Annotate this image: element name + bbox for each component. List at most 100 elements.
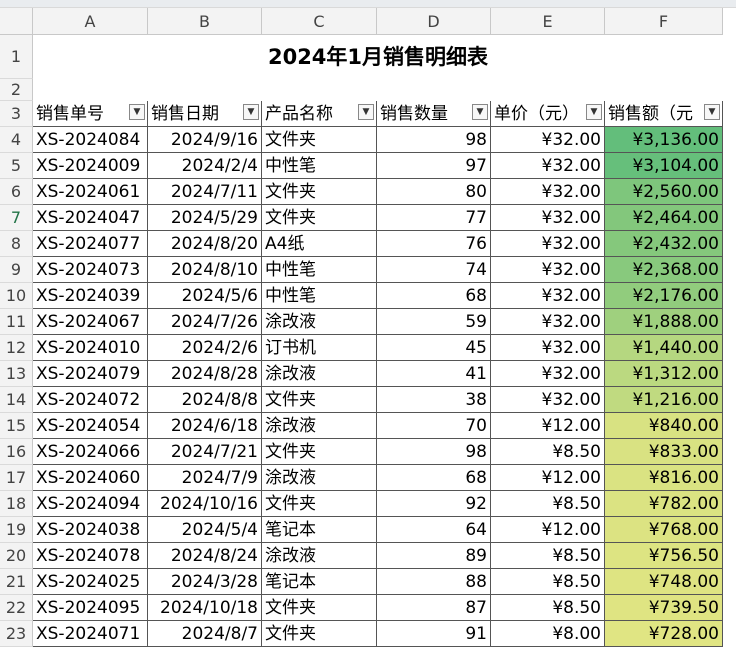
cell-sale-date[interactable]: 2024/8/24	[148, 543, 262, 569]
cell-product-name[interactable]: 笔记本	[262, 517, 377, 543]
cell-quantity[interactable]: 68	[377, 465, 491, 491]
cell-quantity[interactable]: 38	[377, 387, 491, 413]
row-header-15[interactable]: 15	[0, 413, 33, 439]
cell-unit-price[interactable]: ¥12.00	[491, 517, 605, 543]
cell-quantity[interactable]: 76	[377, 231, 491, 257]
cell-order-id[interactable]: XS-2024084	[33, 127, 148, 153]
cell-sale-date[interactable]: 2024/3/28	[148, 569, 262, 595]
row-header-22[interactable]: 22	[0, 595, 33, 621]
cell-sales-amount[interactable]: ¥2,560.00	[605, 179, 723, 205]
row-header-1[interactable]: 1	[0, 35, 33, 79]
row-header-2[interactable]: 2	[0, 79, 33, 101]
cell-sale-date[interactable]: 2024/7/11	[148, 179, 262, 205]
cell-sales-amount[interactable]: ¥2,176.00	[605, 283, 723, 309]
row-header-21[interactable]: 21	[0, 569, 33, 595]
cell-unit-price[interactable]: ¥32.00	[491, 309, 605, 335]
row-header-12[interactable]: 12	[0, 335, 33, 361]
cell-quantity[interactable]: 87	[377, 595, 491, 621]
cell-order-id[interactable]: XS-2024054	[33, 413, 148, 439]
cell-sale-date[interactable]: 2024/8/8	[148, 387, 262, 413]
cell-order-id[interactable]: XS-2024061	[33, 179, 148, 205]
row-header-13[interactable]: 13	[0, 361, 33, 387]
cell-sale-date[interactable]: 2024/7/21	[148, 439, 262, 465]
cell-quantity[interactable]: 98	[377, 439, 491, 465]
cell-product-name[interactable]: 涂改液	[262, 413, 377, 439]
cell-quantity[interactable]: 98	[377, 127, 491, 153]
sheet-title[interactable]: 2024年1月销售明细表	[33, 35, 723, 79]
cell-sale-date[interactable]: 2024/10/18	[148, 595, 262, 621]
cell-sales-amount[interactable]: ¥3,104.00	[605, 153, 723, 179]
cell-quantity[interactable]: 59	[377, 309, 491, 335]
row-header-7[interactable]: 7	[0, 205, 33, 231]
cell-order-id[interactable]: XS-2024067	[33, 309, 148, 335]
cell-quantity[interactable]: 88	[377, 569, 491, 595]
cell-sale-date[interactable]: 2024/5/4	[148, 517, 262, 543]
cell-order-id[interactable]: XS-2024060	[33, 465, 148, 491]
cell-sale-date[interactable]: 2024/6/18	[148, 413, 262, 439]
cell-sales-amount[interactable]: ¥840.00	[605, 413, 723, 439]
filter-dropdown-icon[interactable]: ▼	[243, 104, 259, 120]
cell-order-id[interactable]: XS-2024077	[33, 231, 148, 257]
cell-sales-amount[interactable]: ¥1,216.00	[605, 387, 723, 413]
row-header-23[interactable]: 23	[0, 621, 33, 647]
header-cell-d[interactable]: 销售数量 ▼	[377, 101, 491, 127]
cell-quantity[interactable]: 92	[377, 491, 491, 517]
cell-sales-amount[interactable]: ¥3,136.00	[605, 127, 723, 153]
cell-order-id[interactable]: XS-2024094	[33, 491, 148, 517]
cell-unit-price[interactable]: ¥8.50	[491, 569, 605, 595]
cell-unit-price[interactable]: ¥32.00	[491, 127, 605, 153]
cell-order-id[interactable]: XS-2024095	[33, 595, 148, 621]
filter-dropdown-icon[interactable]: ▼	[472, 104, 488, 120]
filter-dropdown-icon[interactable]: ▼	[358, 104, 374, 120]
cell-product-name[interactable]: 文件夹	[262, 595, 377, 621]
cell-order-id[interactable]: XS-2024010	[33, 335, 148, 361]
cell-product-name[interactable]: A4纸	[262, 231, 377, 257]
cell-product-name[interactable]: 涂改液	[262, 309, 377, 335]
row-header-8[interactable]: 8	[0, 231, 33, 257]
cell-sale-date[interactable]: 2024/7/26	[148, 309, 262, 335]
header-cell-e[interactable]: 单价（元） ▼	[491, 101, 605, 127]
cell-order-id[interactable]: XS-2024072	[33, 387, 148, 413]
header-cell-f[interactable]: 销售额（元 ▼	[605, 101, 723, 127]
cell-order-id[interactable]: XS-2024073	[33, 257, 148, 283]
cell-sale-date[interactable]: 2024/8/10	[148, 257, 262, 283]
cell-sale-date[interactable]: 2024/9/16	[148, 127, 262, 153]
cell-product-name[interactable]: 文件夹	[262, 205, 377, 231]
cell-unit-price[interactable]: ¥32.00	[491, 153, 605, 179]
header-cell-b[interactable]: 销售日期 ▼	[148, 101, 262, 127]
cell-unit-price[interactable]: ¥32.00	[491, 283, 605, 309]
cell-sales-amount[interactable]: ¥739.50	[605, 595, 723, 621]
cell-product-name[interactable]: 涂改液	[262, 543, 377, 569]
filter-dropdown-icon[interactable]: ▼	[704, 104, 720, 120]
cell-unit-price[interactable]: ¥32.00	[491, 257, 605, 283]
cell-quantity[interactable]: 74	[377, 257, 491, 283]
cell-order-id[interactable]: XS-2024009	[33, 153, 148, 179]
cell-quantity[interactable]: 80	[377, 179, 491, 205]
cell-product-name[interactable]: 文件夹	[262, 127, 377, 153]
filter-dropdown-icon[interactable]: ▼	[129, 104, 145, 120]
cell-order-id[interactable]: XS-2024039	[33, 283, 148, 309]
cell-unit-price[interactable]: ¥12.00	[491, 465, 605, 491]
cell-sale-date[interactable]: 2024/8/28	[148, 361, 262, 387]
cell-product-name[interactable]: 涂改液	[262, 361, 377, 387]
column-header-a[interactable]: A	[33, 8, 148, 35]
column-header-b[interactable]: B	[148, 8, 262, 35]
row-header-3[interactable]: 3	[0, 101, 33, 127]
row-header-10[interactable]: 10	[0, 283, 33, 309]
cell-unit-price[interactable]: ¥32.00	[491, 205, 605, 231]
row-header-14[interactable]: 14	[0, 387, 33, 413]
filter-dropdown-icon[interactable]: ▼	[586, 104, 602, 120]
row-header-9[interactable]: 9	[0, 257, 33, 283]
cell-product-name[interactable]: 中性笔	[262, 257, 377, 283]
cell-sales-amount[interactable]: ¥2,432.00	[605, 231, 723, 257]
column-header-f[interactable]: F	[605, 8, 723, 35]
cell-product-name[interactable]: 文件夹	[262, 621, 377, 647]
cell-sale-date[interactable]: 2024/2/4	[148, 153, 262, 179]
cell-product-name[interactable]: 文件夹	[262, 179, 377, 205]
cell-order-id[interactable]: XS-2024066	[33, 439, 148, 465]
cell-order-id[interactable]: XS-2024071	[33, 621, 148, 647]
cell-unit-price[interactable]: ¥12.00	[491, 413, 605, 439]
cell-quantity[interactable]: 41	[377, 361, 491, 387]
column-header-e[interactable]: E	[491, 8, 605, 35]
cell-sales-amount[interactable]: ¥756.50	[605, 543, 723, 569]
